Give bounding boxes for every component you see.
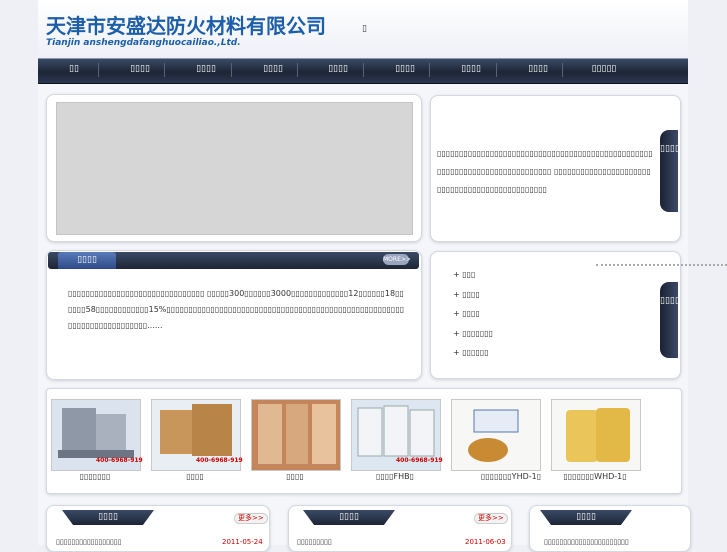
nav-divider: [164, 63, 165, 77]
nav-item-2[interactable]: ▯▯▯▯: [120, 58, 160, 82]
nav-divider: [562, 63, 563, 77]
news-title: ▯▯▯▯: [540, 510, 632, 525]
nav-item-7[interactable]: ▯▯▯▯: [451, 58, 491, 82]
news-title: ▯▯▯▯: [62, 510, 154, 525]
product-phone: 400-6968-919: [196, 457, 243, 464]
nav-item-4[interactable]: ▯▯▯▯: [253, 58, 293, 82]
product-image[interactable]: [251, 399, 341, 471]
nav-item-8[interactable]: ▯▯▯▯: [518, 58, 558, 82]
product-caption[interactable]: ▯▯▯▯▯▯▯WHD-1▯: [545, 472, 645, 481]
product-image[interactable]: [451, 399, 541, 471]
product-photo-icon: [252, 400, 340, 470]
product-caption[interactable]: ▯▯▯▯: [245, 472, 345, 481]
nav-divider: [297, 63, 298, 77]
category-item[interactable]: + ▯▯▯▯: [453, 309, 480, 318]
nav-divider: [231, 63, 232, 77]
categories-side-tab[interactable]: ▯▯▯▯: [660, 282, 680, 358]
product-caption[interactable]: ▯▯▯▯FHB▯: [345, 472, 445, 481]
nav-item-home[interactable]: ▯▯: [60, 58, 88, 82]
intro-text: ▯▯▯▯▯▯▯▯▯▯▯▯▯▯▯▯▯▯▯▯▯▯▯▯▯▯▯▯▯▯▯▯▯▯▯▯▯▯▯▯…: [437, 149, 653, 194]
about-more-button[interactable]: MORE>>: [383, 254, 411, 265]
about-title: ▯▯▯▯: [58, 252, 116, 269]
dotted-divider: [596, 264, 727, 266]
category-item[interactable]: + ▯▯▯: [453, 270, 475, 279]
company-name-en: Tianjin anshengdafanghuocailiao.,Ltd.: [46, 38, 241, 48]
news-title: ▯▯▯▯: [303, 510, 395, 525]
category-item[interactable]: + ▯▯▯▯▯▯: [453, 348, 489, 357]
category-item[interactable]: + ▯▯▯▯▯▯▯: [453, 329, 493, 338]
product-photo-icon: [452, 400, 540, 470]
company-name-cn[interactable]: 天津市安盛达防火材料有限公司: [46, 10, 326, 39]
intro-side-tab[interactable]: ▯▯▯▯: [660, 130, 680, 212]
nav-divider: [363, 63, 364, 77]
nav-divider: [429, 63, 430, 77]
nav-divider: [98, 63, 99, 77]
nav-item-3[interactable]: ▯▯▯▯: [186, 58, 226, 82]
category-item[interactable]: + ▯▯▯▯: [453, 290, 480, 299]
product-caption[interactable]: ▯▯▯▯: [145, 472, 245, 481]
product-phone: 400-6968-919: [96, 457, 143, 464]
product-photo-icon: [552, 400, 640, 470]
product-image[interactable]: [551, 399, 641, 471]
product-phone: 400-6968-919: [396, 457, 443, 464]
news-more-button[interactable]: 更多>>: [474, 513, 508, 524]
nav-divider: [496, 63, 497, 77]
header-glyph: ▯: [362, 24, 367, 34]
banner-image[interactable]: [56, 102, 413, 235]
news-more-button[interactable]: 更多>>: [234, 513, 268, 524]
about-text: ▯▯▯▯▯▯▯▯▯▯▯▯▯▯▯▯▯▯▯▯▯▯▯▯▯▯▯▯▯▯▯ ▯▯▯▯▯300…: [68, 289, 405, 330]
nav-item-6[interactable]: ▯▯▯▯: [385, 58, 425, 82]
nav-item-9[interactable]: ▯▯▯▯▯: [582, 58, 626, 82]
nav-item-5[interactable]: ▯▯▯▯: [318, 58, 358, 82]
product-caption[interactable]: ▯▯▯▯▯▯▯: [45, 472, 145, 481]
